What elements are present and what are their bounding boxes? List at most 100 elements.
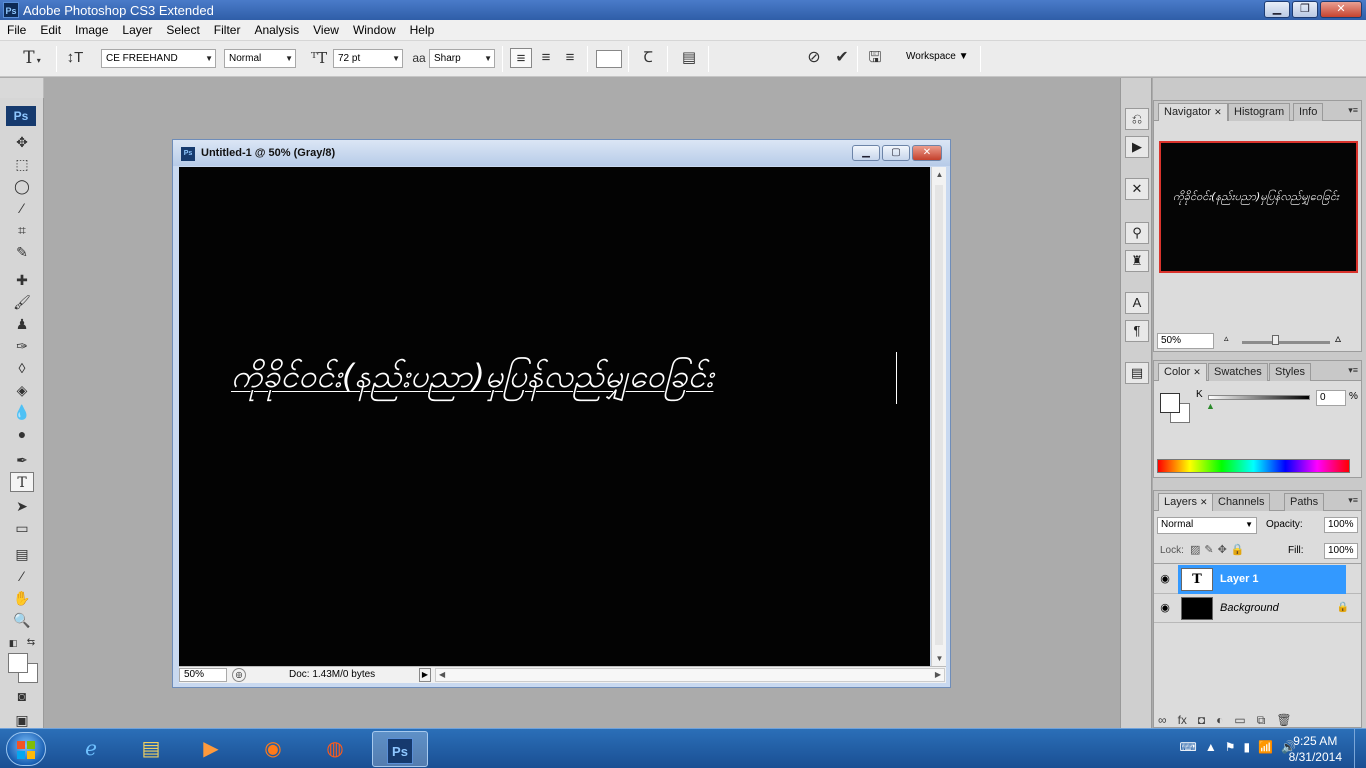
visibility-eye-icon[interactable]: ◉	[1158, 601, 1172, 615]
version-cue-icon[interactable]: ◎	[232, 668, 246, 682]
tool-preset-picker[interactable]: T ▾	[14, 48, 50, 68]
tab-channels[interactable]: Channels	[1212, 493, 1271, 511]
browser-icon[interactable]: ◍	[310, 731, 360, 767]
menu-edit[interactable]: Edit	[33, 20, 68, 41]
panel-menu-icon[interactable]: ▾≡	[1348, 495, 1358, 506]
status-menu-arrow-icon[interactable]: ▶	[419, 668, 431, 682]
scroll-track[interactable]	[935, 185, 943, 645]
zoom-level-field[interactable]: 50%	[179, 668, 227, 682]
layer-style-icon[interactable]: fx	[1178, 713, 1187, 728]
internet-explorer-icon[interactable]: ℯ	[66, 731, 116, 767]
fill-field[interactable]: 100%	[1324, 543, 1358, 559]
photoshop-taskbar-button[interactable]: Ps	[372, 731, 428, 767]
tab-styles[interactable]: Styles	[1269, 363, 1311, 381]
horizontal-scrollbar[interactable]: ◀ ▶	[435, 668, 945, 682]
navigator-zoom-slider-thumb[interactable]	[1272, 335, 1279, 345]
hand-tool-icon[interactable]: ✋	[10, 588, 34, 608]
tab-color[interactable]: Color ✕	[1158, 363, 1207, 381]
new-group-icon[interactable]: ▭	[1234, 713, 1245, 728]
tab-swatches[interactable]: Swatches	[1208, 363, 1268, 381]
show-hidden-icons-arrow-icon[interactable]: ▲	[1205, 740, 1217, 754]
navigator-zoom-slider[interactable]	[1242, 341, 1330, 344]
warp-text-icon[interactable]: Ꞇ	[637, 48, 659, 68]
k-slider-thumb[interactable]: ▲	[1206, 401, 1215, 411]
layer-name[interactable]: Background	[1220, 602, 1279, 614]
adjustment-layer-icon[interactable]: ◐	[1216, 713, 1223, 728]
blur-tool-icon[interactable]: 💧	[10, 402, 34, 422]
menu-window[interactable]: Window	[346, 20, 403, 41]
lasso-tool-icon[interactable]: ◯	[10, 176, 34, 196]
character-panel-toggle-icon[interactable]: ▤	[678, 48, 700, 68]
layer-name[interactable]: Layer 1	[1220, 573, 1259, 585]
link-layers-icon[interactable]: ∞	[1158, 713, 1167, 728]
document-close-button[interactable]: ✕	[912, 145, 942, 161]
font-family-select[interactable]: CE FREEHAND ▼	[101, 49, 216, 68]
canvas[interactable]: ကိုခိုင်ဝင်း(နည်းပညာ)မှပြန်လည်မျှဝေခြင်း	[179, 167, 930, 666]
tools-panel-header[interactable]	[0, 78, 44, 98]
zoom-out-icon[interactable]: ▵	[1224, 333, 1229, 344]
scroll-up-arrow-icon[interactable]: ▲	[932, 167, 947, 182]
layer-row[interactable]: ◉ T Layer 1	[1154, 565, 1361, 594]
layer-comps-icon[interactable]: ▤	[1125, 362, 1149, 384]
document-title-bar[interactable]: Ps Untitled-1 @ 50% (Gray/8) ▁ ▢ ✕	[173, 140, 950, 166]
canvas-text-layer[interactable]: ကိုခိုင်ဝင်း(နည်းပညာ)မှပြန်လည်မျှဝေခြင်း	[231, 355, 713, 403]
rectangle-tool-icon[interactable]: ▭	[10, 518, 34, 538]
color-spectrum-bar[interactable]	[1157, 459, 1350, 473]
default-colors-icon[interactable]: ◧	[6, 633, 20, 653]
clone-stamp-tool-icon[interactable]: ♟	[10, 314, 34, 334]
eyedropper-tool-icon[interactable]: ⁄	[10, 566, 34, 586]
maximize-button[interactable]: ❐	[1292, 1, 1318, 18]
cancel-edits-icon[interactable]: ⊘	[803, 48, 825, 68]
menu-file[interactable]: File	[0, 20, 33, 41]
close-button[interactable]: ✕	[1320, 1, 1362, 18]
document-maximize-button[interactable]: ▢	[882, 145, 910, 161]
minimize-button[interactable]: ▁	[1264, 1, 1290, 18]
align-center-icon[interactable]: ≡	[535, 48, 557, 68]
antialias-select[interactable]: Sharp ▼	[429, 49, 495, 68]
battery-icon[interactable]: ▮	[1243, 740, 1250, 754]
panel-menu-icon[interactable]: ▾≡	[1348, 105, 1358, 116]
menu-filter[interactable]: Filter	[207, 20, 248, 41]
lock-options-icon[interactable]: ▨✎✥🔒	[1190, 543, 1249, 556]
action-center-flag-icon[interactable]: ⚑	[1225, 740, 1236, 754]
start-button[interactable]	[6, 732, 46, 766]
file-explorer-icon[interactable]: ▤	[126, 731, 176, 767]
font-size-select[interactable]: 72 pt ▼	[333, 49, 403, 68]
panel-menu-icon[interactable]: ▾≡	[1348, 365, 1358, 376]
navigator-zoom-field[interactable]: 50%	[1157, 333, 1214, 349]
firefox-icon[interactable]: ◉	[248, 731, 298, 767]
screen-mode-icon[interactable]: ▣	[10, 710, 34, 730]
history-brush-tool-icon[interactable]: ✑	[10, 336, 34, 356]
menu-help[interactable]: Help	[403, 20, 442, 41]
add-mask-icon[interactable]: ◘	[1198, 713, 1205, 728]
text-color-swatch[interactable]	[596, 50, 622, 68]
workspace-menu[interactable]: Workspace ▼	[906, 51, 969, 62]
network-icon[interactable]: 📶	[1258, 740, 1273, 754]
menu-select[interactable]: Select	[159, 20, 206, 41]
k-channel-slider[interactable]	[1208, 395, 1310, 400]
menu-layer[interactable]: Layer	[115, 20, 159, 41]
brushes-panel-icon[interactable]: ⚲	[1125, 222, 1149, 244]
tab-navigator[interactable]: Navigator ✕	[1158, 103, 1228, 121]
layer-row[interactable]: ◉ Background 🔒	[1154, 594, 1361, 623]
opacity-field[interactable]: 100%	[1324, 517, 1358, 533]
zoom-in-icon[interactable]: ▵	[1335, 331, 1341, 345]
clock[interactable]: 9:25 AM 8/31/2014	[1289, 733, 1342, 765]
swap-colors-icon[interactable]: ⇆	[24, 633, 38, 653]
delete-layer-icon[interactable]: 🗑	[1276, 713, 1291, 728]
keyboard-icon[interactable]: ⌨	[1180, 740, 1197, 754]
quick-mask-icon[interactable]: ◙	[10, 686, 34, 706]
slice-tool-icon[interactable]: ✎	[10, 242, 34, 262]
magic-wand-tool-icon[interactable]: ⁄	[10, 198, 34, 218]
path-selection-tool-icon[interactable]: ➤	[10, 496, 34, 516]
k-value-field[interactable]: 0	[1316, 390, 1346, 406]
notes-tool-icon[interactable]: ▤	[10, 544, 34, 564]
eraser-tool-icon[interactable]: ◊	[10, 358, 34, 378]
new-layer-icon[interactable]: ⧉	[1257, 713, 1266, 728]
tab-info[interactable]: Info	[1293, 103, 1324, 121]
character-panel-icon[interactable]: A	[1125, 292, 1149, 314]
color-foreground-swatch[interactable]	[1160, 393, 1180, 413]
scroll-left-arrow-icon[interactable]: ◀	[436, 670, 445, 679]
show-desktop-button[interactable]	[1354, 729, 1366, 768]
tab-layers[interactable]: Layers ✕	[1158, 493, 1214, 511]
